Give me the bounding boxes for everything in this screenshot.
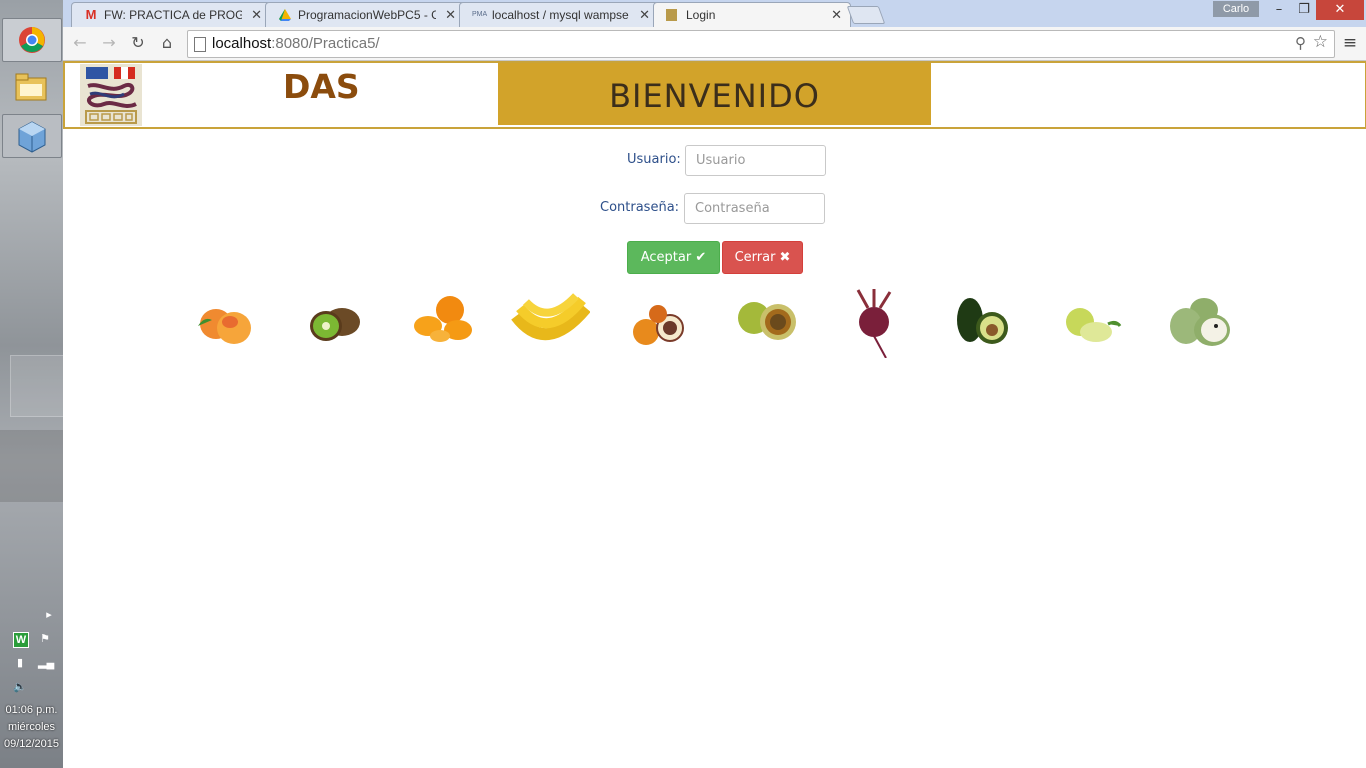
- orange-image: [414, 296, 472, 342]
- tab-label: FW: PRACTICA de PROGRA: [104, 8, 242, 22]
- profile-button[interactable]: Carlo: [1213, 1, 1259, 17]
- fruit-gallery: [186, 286, 1246, 361]
- folder-icon: [15, 73, 47, 101]
- star-icon[interactable]: ☆: [1313, 32, 1328, 52]
- reload-icon[interactable]: ↻: [128, 33, 148, 53]
- page-info-icon[interactable]: [194, 37, 206, 52]
- signal-icon[interactable]: ▂▄: [38, 656, 54, 670]
- beet-image: [856, 289, 892, 358]
- close-button[interactable]: Cerrar ✖: [722, 241, 803, 274]
- home-icon[interactable]: ⌂: [157, 33, 177, 53]
- site-name: DAS: [283, 67, 360, 106]
- tab-label: localhost / mysql wampse: [492, 8, 629, 22]
- web-page: DAS BIENVENIDO Usuario: Usuario Contrase…: [63, 61, 1366, 768]
- chrome-icon: [19, 27, 45, 53]
- kiwi-image: [310, 308, 360, 341]
- os-taskbar: ▸ W ⚑ ▮ ▂▄ 🔈 01:06 p.m. miércoles 09/12/…: [0, 0, 65, 768]
- file-explorer-taskbar-button[interactable]: [2, 68, 60, 110]
- virtualbox-taskbar-button[interactable]: [2, 114, 62, 158]
- clock-date: 09/12/2015: [3, 738, 60, 750]
- clock-day: miércoles: [7, 721, 56, 733]
- site-header: DAS BIENVENIDO: [63, 61, 1366, 129]
- username-input[interactable]: Usuario: [685, 145, 826, 176]
- das-logo: [80, 64, 142, 126]
- browser-toolbar: ← → ↻ ⌂ localhost:8080/Practica5/ ⚲ ☆ ≡: [63, 27, 1366, 61]
- banana-image: [511, 293, 590, 340]
- restore-icon[interactable]: ❐: [1291, 0, 1317, 20]
- cherimoya-image: [1170, 298, 1230, 346]
- peach-image: [198, 309, 251, 344]
- browser-tab-strip: M FW: PRACTICA de PROGRA ✕ ProgramacionW…: [63, 0, 1366, 29]
- forward-icon[interactable]: →: [99, 33, 119, 53]
- wallpaper-decoration: [10, 355, 65, 417]
- wallpaper-decoration: [0, 430, 63, 502]
- system-tray: ▸ W ⚑ ▮ ▂▄ 🔈 01:06 p.m. miércoles 09/12/…: [0, 606, 63, 768]
- close-icon[interactable]: ✕: [639, 7, 650, 23]
- chrome-taskbar-button[interactable]: [2, 18, 62, 62]
- tab-login[interactable]: Login ✕: [653, 2, 851, 29]
- volume-icon[interactable]: 🔈: [13, 680, 27, 694]
- accept-button[interactable]: Aceptar ✔: [627, 241, 720, 274]
- back-icon[interactable]: ←: [70, 33, 90, 53]
- tab-label: Login: [686, 8, 716, 22]
- gmail-icon: M: [85, 7, 97, 22]
- tab-gmail[interactable]: M FW: PRACTICA de PROGRA ✕: [71, 2, 271, 28]
- clock-time: 01:06 p.m.: [5, 704, 58, 716]
- tab-phpmyadmin[interactable]: PMA localhost / mysql wampse ✕: [459, 2, 659, 28]
- password-label: Contraseña:: [600, 200, 680, 215]
- phpmyadmin-icon: PMA: [472, 11, 488, 18]
- flag-icon[interactable]: ⚑: [38, 632, 52, 646]
- page-icon: [666, 9, 677, 21]
- banner-title: BIENVENIDO: [609, 77, 820, 115]
- granadilla-image: [738, 302, 796, 340]
- cube-icon: [18, 121, 46, 153]
- close-icon[interactable]: ✕: [251, 7, 262, 23]
- close-icon[interactable]: ✕: [831, 7, 842, 23]
- wamp-icon[interactable]: W: [13, 632, 29, 648]
- pear-image: [1066, 308, 1122, 342]
- drive-icon: [278, 8, 292, 22]
- window-close-button[interactable]: ✕: [1316, 0, 1364, 20]
- tab-drive[interactable]: ProgramacionWebPC5 - G ✕: [265, 2, 465, 28]
- avocado-image: [957, 298, 1008, 344]
- menu-icon[interactable]: ≡: [1341, 33, 1359, 53]
- passionfruit-image: [633, 305, 684, 345]
- clock[interactable]: 01:06 p.m. miércoles 09/12/2015: [0, 702, 63, 753]
- tab-label: ProgramacionWebPC5 - G: [298, 8, 436, 22]
- username-label: Usuario:: [627, 152, 681, 167]
- search-icon[interactable]: ⚲: [1295, 34, 1306, 52]
- close-icon[interactable]: ✕: [445, 7, 456, 23]
- minimize-icon[interactable]: –: [1266, 0, 1292, 20]
- welcome-banner: BIENVENIDO: [498, 63, 931, 125]
- address-bar[interactable]: localhost:8080/Practica5/ ⚲ ☆: [187, 30, 1335, 58]
- url-text: localhost:8080/Practica5/: [212, 35, 380, 52]
- password-input[interactable]: Contraseña: [684, 193, 825, 224]
- power-icon[interactable]: ▮: [13, 656, 27, 670]
- new-tab-button[interactable]: [846, 6, 886, 24]
- tray-expand-icon[interactable]: ▸: [42, 608, 56, 622]
